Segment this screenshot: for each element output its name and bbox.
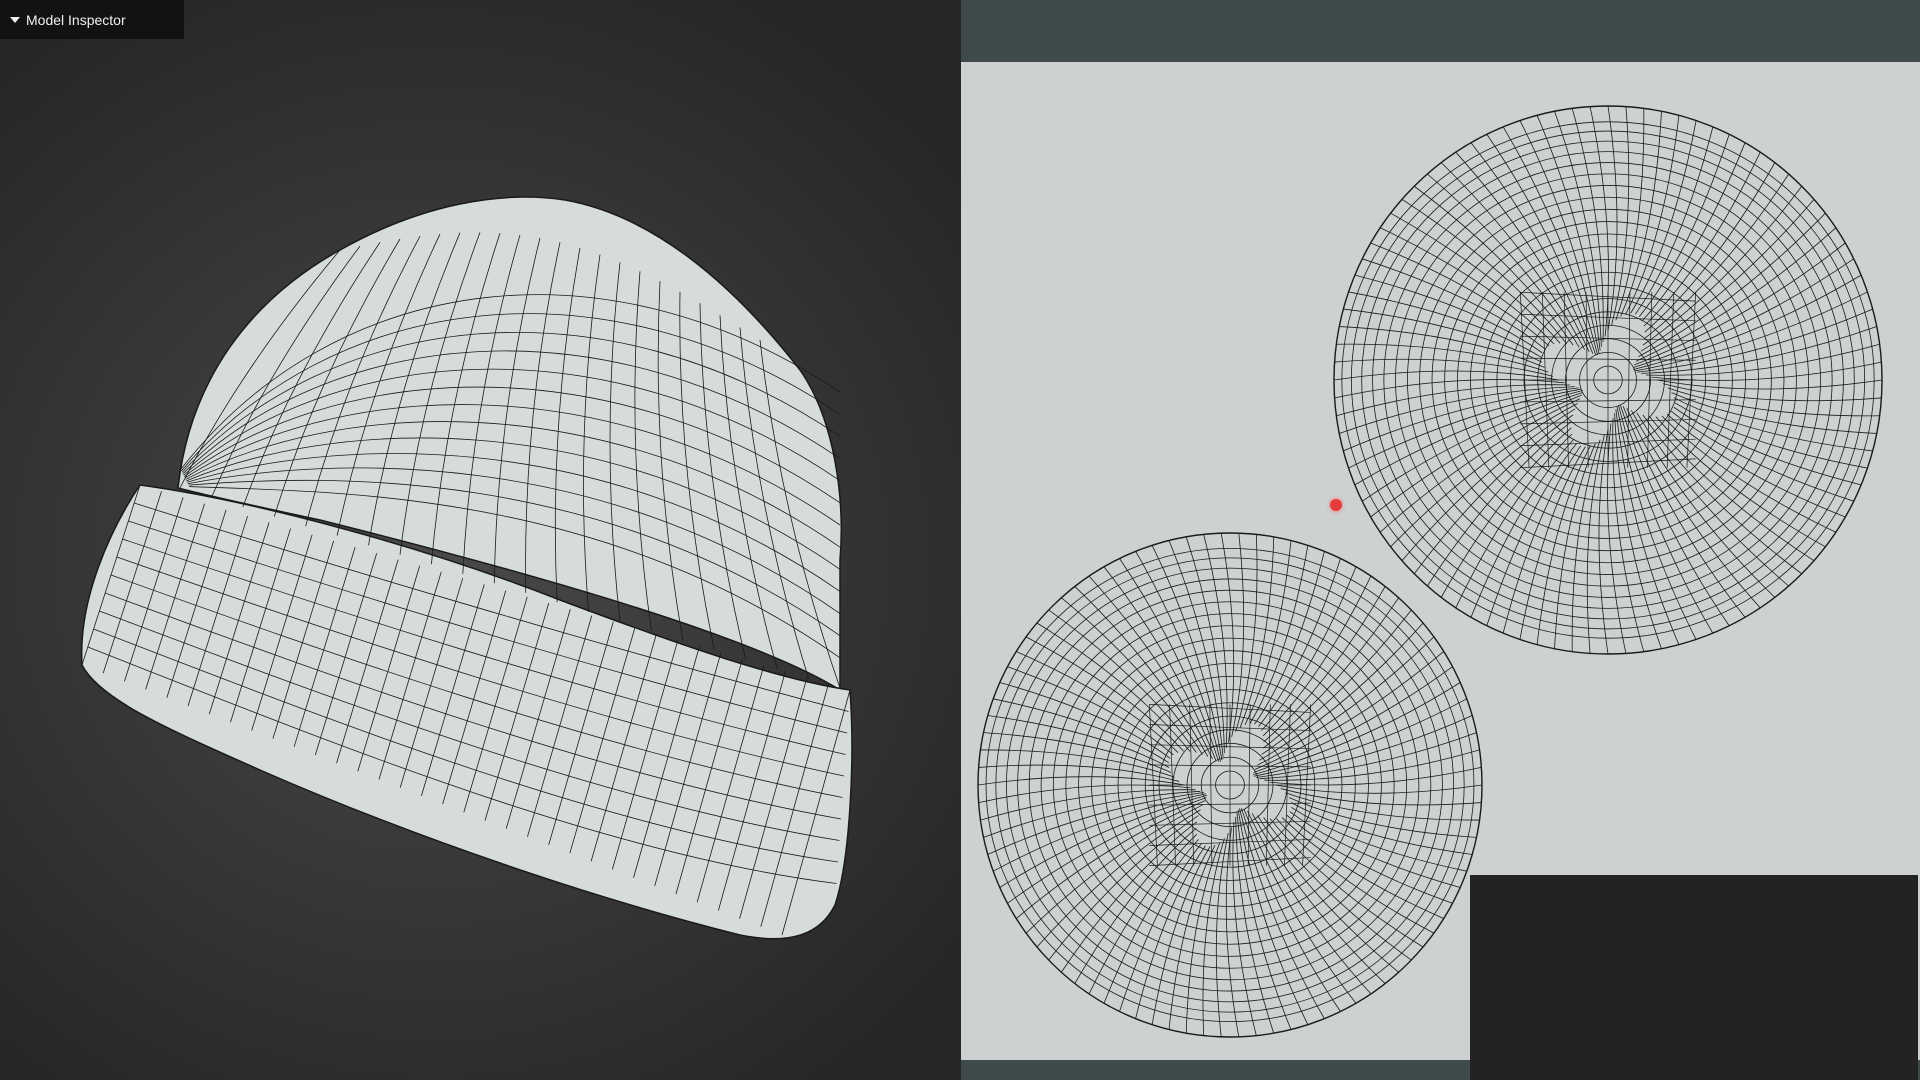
uv-island-top[interactable]: [1333, 105, 1883, 655]
uv-editor-panel: [961, 0, 1920, 1080]
beanie-mesh[interactable]: [80, 196, 853, 940]
uv-cursor-marker: [1330, 499, 1342, 511]
model-inspector-toggle[interactable]: Model Inspector: [0, 0, 184, 39]
caret-down-icon: [10, 16, 20, 23]
uv-island-bottom[interactable]: [977, 532, 1483, 1038]
uv-overlay-box: [1470, 875, 1918, 1080]
beanie-wireframe-model[interactable]: [0, 0, 961, 1080]
3d-viewport[interactable]: [0, 0, 961, 1080]
inspector-title: Model Inspector: [26, 11, 126, 28]
